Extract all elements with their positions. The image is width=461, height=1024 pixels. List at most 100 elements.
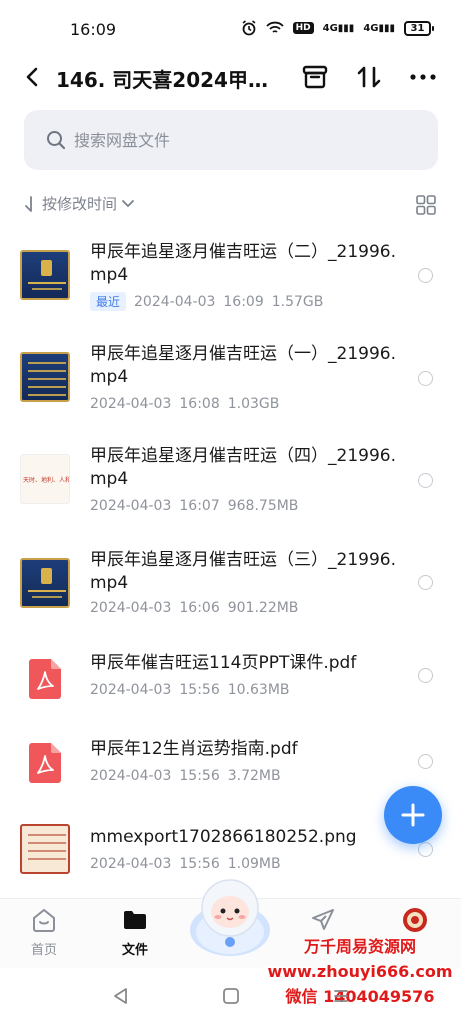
folder-icon	[124, 911, 146, 929]
file-meta: 2024-04-03 16:06 901.22MB	[90, 600, 298, 616]
file-date: 2024-04-03	[90, 600, 172, 616]
signal-2-icon: 4G▮▮▮	[363, 22, 395, 34]
file-meta: 2024-04-03 15:56 1.09MB	[90, 856, 281, 872]
file-time: 16:09	[223, 293, 264, 310]
select-radio[interactable]	[418, 371, 433, 386]
select-radio[interactable]	[418, 668, 433, 683]
alarm-icon	[242, 20, 256, 36]
video-thumbnail	[20, 558, 70, 608]
recents-lines-icon[interactable]	[331, 986, 351, 1006]
arrow-down-icon	[25, 195, 32, 212]
pdf-file-icon	[29, 659, 61, 699]
file-meta: 最近 2024-04-03 16:09 1.57GB	[90, 292, 323, 311]
file-size: 1.03GB	[227, 396, 280, 412]
sort-selector[interactable]: 按修改时间	[24, 193, 135, 214]
avatar	[403, 908, 427, 932]
thumbnail-text: 天时、地利、人和	[23, 477, 70, 484]
status-time: 16:09	[70, 20, 117, 39]
file-row[interactable]: 天时、地利、人和 甲辰年追星逐月催吉旺运（四）_21996.mp4 2024-0…	[0, 436, 461, 532]
select-radio[interactable]	[418, 575, 433, 590]
file-time: 15:56	[179, 856, 220, 872]
nav-files[interactable]: 文件	[100, 907, 170, 958]
file-row[interactable]: 甲辰年催吉旺运114页PPT课件.pdf 2024-04-03 15:56 10…	[0, 640, 461, 716]
archive-box-icon	[302, 65, 328, 89]
system-nav-bar	[0, 968, 461, 1024]
file-time: 16:08	[179, 396, 220, 412]
select-radio[interactable]	[418, 754, 433, 769]
signal-2-label: 4G	[363, 22, 379, 34]
file-row[interactable]: 甲辰年12生肖运势指南.pdf 2024-04-03 15:56 3.72MB	[0, 726, 461, 802]
archive-button[interactable]	[300, 62, 330, 92]
page-title: 146. 司天喜2024甲…	[56, 68, 268, 92]
file-meta: 2024-04-03 16:07 968.75MB	[90, 498, 298, 514]
more-button[interactable]	[408, 62, 438, 92]
file-meta: 2024-04-03 15:56 3.72MB	[90, 768, 281, 784]
sort-button[interactable]	[354, 62, 384, 92]
pdf-thumbnail	[20, 654, 70, 704]
video-thumbnail	[20, 250, 70, 300]
video-thumbnail	[20, 352, 70, 402]
file-size: 968.75MB	[227, 498, 299, 514]
file-row[interactable]: 甲辰年追星逐月催吉旺运（一）_21996.mp4 2024-04-03 16:0…	[0, 334, 461, 430]
file-meta: 2024-04-03 16:08 1.03GB	[90, 396, 279, 412]
file-size: 10.63MB	[227, 682, 290, 698]
chevron-down-icon	[122, 199, 134, 207]
file-date: 2024-04-03	[90, 498, 172, 514]
file-date: 2024-04-03	[90, 396, 172, 412]
file-size: 1.57GB	[271, 293, 324, 310]
select-radio[interactable]	[418, 268, 433, 283]
file-name: 甲辰年追星逐月催吉旺运（三）_21996.mp4	[90, 550, 396, 593]
file-name: mmexport1702866180252.png	[90, 827, 357, 847]
file-time: 16:06	[179, 600, 220, 616]
file-size: 3.72MB	[227, 768, 281, 784]
signal-1-label: 4G	[322, 22, 338, 34]
pdf-file-icon	[29, 743, 61, 783]
add-file-button[interactable]	[384, 786, 442, 844]
sort-label: 按修改时间	[42, 195, 118, 213]
back-arrow-icon[interactable]	[20, 64, 46, 90]
file-date: 2024-04-03	[90, 856, 172, 872]
plus-icon	[401, 803, 425, 827]
search-bar[interactable]	[24, 110, 438, 170]
pdf-thumbnail	[20, 738, 70, 788]
more-dots-icon	[410, 74, 436, 80]
sort-arrows-icon	[357, 66, 381, 88]
file-date: 2024-04-03	[90, 768, 172, 784]
status-icons: HD 4G▮▮▮ 4G▮▮▮ 31	[241, 20, 434, 36]
file-date: 2024-04-03	[134, 293, 216, 310]
file-size: 1.09MB	[227, 856, 281, 872]
wifi-icon	[265, 21, 284, 33]
paper-plane-icon	[312, 909, 334, 930]
back-triangle-icon[interactable]	[111, 986, 131, 1006]
watermark-line1: 万千周易资源网	[303, 937, 416, 956]
video-thumbnail: 天时、地利、人和	[20, 454, 70, 504]
file-time: 15:56	[179, 768, 220, 784]
select-radio[interactable]	[418, 473, 433, 488]
search-icon	[47, 131, 66, 150]
select-radio[interactable]	[418, 842, 433, 857]
file-row[interactable]: 甲辰年追星逐月催吉旺运（二）_21996.mp4 最近 2024-04-03 1…	[0, 232, 461, 328]
battery-icon: 31	[404, 20, 434, 36]
file-name: 甲辰年12生肖运势指南.pdf	[90, 739, 298, 759]
home-square-icon[interactable]	[221, 986, 241, 1006]
grid-view-icon[interactable]	[416, 195, 436, 215]
file-time: 15:56	[179, 682, 220, 698]
app-header: 146. 司天喜2024甲…	[0, 56, 461, 100]
file-meta: 2024-04-03 15:56 10.63MB	[90, 682, 290, 698]
home-face-icon	[33, 908, 55, 932]
search-input[interactable]	[74, 127, 414, 153]
status-bar: 16:09 HD 4G▮▮▮ 4G▮▮▮ 31	[0, 0, 461, 56]
image-thumbnail	[20, 824, 70, 874]
signal-1-icon: 4G▮▮▮	[322, 22, 355, 34]
nav-files-label: 文件	[121, 943, 148, 958]
file-time: 16:07	[179, 498, 220, 514]
file-row[interactable]: 甲辰年追星逐月催吉旺运（三）_21996.mp4 2024-04-03 16:0…	[0, 538, 461, 634]
file-name: 甲辰年追星逐月催吉旺运（四）_21996.mp4	[90, 446, 396, 489]
file-name: 甲辰年催吉旺运114页PPT课件.pdf	[90, 653, 357, 673]
nav-home-label: 首页	[30, 943, 57, 958]
hd-badge: HD	[292, 22, 314, 34]
nav-home[interactable]: 首页	[9, 907, 79, 958]
file-date: 2024-04-03	[90, 682, 172, 698]
file-name: 甲辰年追星逐月催吉旺运（二）_21996.mp4	[90, 242, 396, 285]
file-name: 甲辰年追星逐月催吉旺运（一）_21996.mp4	[90, 344, 396, 387]
